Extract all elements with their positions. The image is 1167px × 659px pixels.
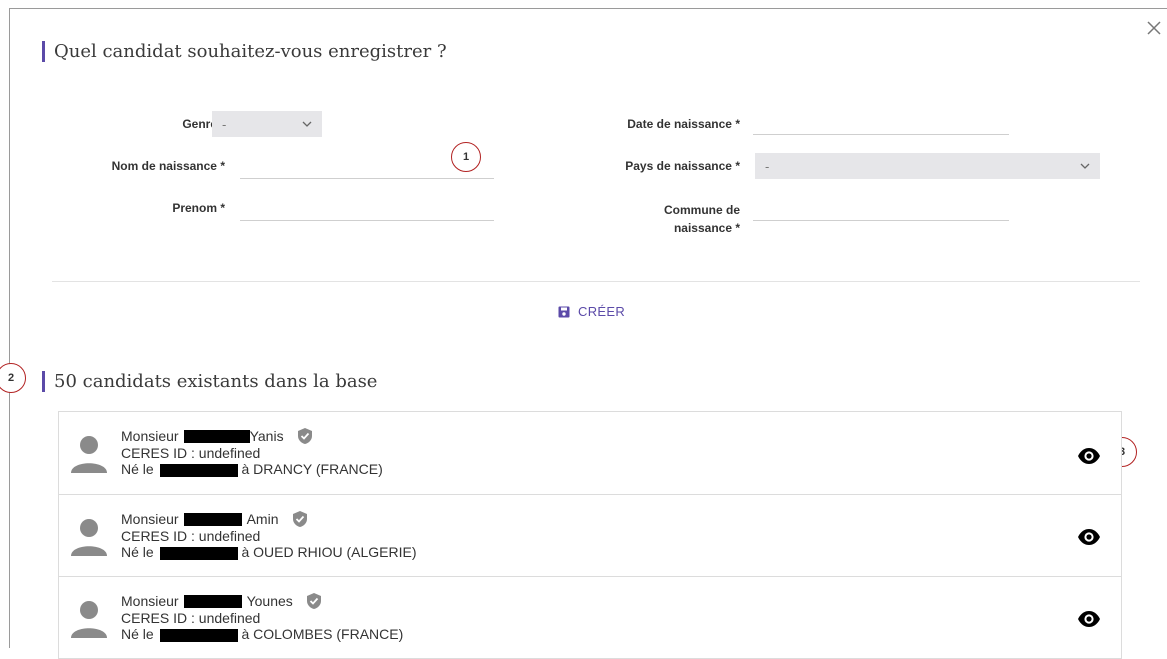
candidate-civility: Monsieur — [121, 593, 179, 609]
redacted-lastname — [183, 512, 242, 526]
form-divider — [52, 281, 1140, 282]
person-icon — [71, 436, 107, 473]
candidate-ceres: CERES ID : undefined — [121, 610, 261, 626]
candidate-info: Monsieur Yanis CERES ID : undefined Né l… — [121, 427, 383, 477]
title-accent-bar — [42, 41, 45, 62]
redacted-lastname — [183, 594, 242, 608]
list-item[interactable]: Monsieur Younes CERES ID : undefined Né … — [59, 577, 1121, 659]
list-item[interactable]: Monsieur Yanis CERES ID : undefined Né l… — [59, 412, 1121, 495]
candidate-list: Monsieur Yanis CERES ID : undefined Né l… — [58, 411, 1122, 659]
date-input[interactable] — [753, 111, 1009, 135]
verified-shield-icon — [297, 428, 312, 444]
candidate-born-place: à COLOMBES (FRANCE) — [241, 626, 404, 642]
commune-label-line2: naissance * — [673, 221, 740, 235]
create-button[interactable]: CRÉER — [558, 304, 625, 319]
candidate-born-place: à OUED RHIOU (ALGERIE) — [241, 544, 417, 560]
redacted-birthdate — [159, 628, 238, 642]
candidate-ceres: CERES ID : undefined — [121, 445, 261, 461]
redacted-birthdate — [159, 546, 238, 560]
chevron-down-icon — [302, 121, 312, 127]
genre-select-value: - — [222, 116, 227, 132]
commune-label: Commune de naissance * — [610, 201, 740, 237]
title-accent-bar — [42, 371, 45, 392]
candidate-civility: Monsieur — [121, 511, 179, 527]
person-icon — [71, 601, 107, 638]
candidate-firstname: Younes — [246, 593, 293, 609]
redacted-birthdate — [159, 463, 238, 477]
candidate-info: Monsieur Amin CERES ID : undefined Né le… — [121, 510, 417, 560]
form-section-title: Quel candidat souhaitez-vous enregistrer… — [42, 41, 447, 62]
genre-label: Genre * — [182, 117, 225, 131]
candidate-born-prefix: Né le — [121, 461, 154, 477]
eye-icon[interactable] — [1077, 444, 1101, 468]
candidate-ceres: CERES ID : undefined — [121, 528, 261, 544]
verified-shield-icon — [292, 511, 307, 527]
candidate-born-prefix: Né le — [121, 626, 154, 642]
candidate-info: Monsieur Younes CERES ID : undefined Né … — [121, 592, 403, 642]
candidate-born-place: à DRANCY (FRANCE) — [241, 461, 383, 477]
candidate-firstname: Yanis — [249, 428, 284, 444]
chevron-down-icon — [1080, 163, 1090, 169]
list-title: 50 candidats existants dans la base — [54, 371, 378, 392]
commune-input[interactable] — [753, 197, 1009, 221]
prenom-input[interactable] — [240, 197, 494, 221]
redacted-lastname — [183, 429, 250, 443]
candidate-firstname: Amin — [246, 511, 279, 527]
person-icon — [71, 519, 107, 556]
eye-icon[interactable] — [1077, 525, 1101, 549]
pays-select-value: - — [765, 158, 770, 174]
candidate-born-prefix: Né le — [121, 544, 154, 560]
create-button-label: CRÉER — [578, 304, 626, 319]
list-item[interactable]: Monsieur Amin CERES ID : undefined Né le… — [59, 495, 1121, 577]
list-section-title: 50 candidats existants dans la base — [42, 371, 377, 392]
eye-icon[interactable] — [1077, 607, 1101, 631]
nom-label: Nom de naissance * — [111, 159, 225, 173]
genre-select[interactable]: - — [212, 111, 322, 137]
candidate-civility: Monsieur — [121, 428, 179, 444]
prenom-label: Prenom * — [172, 201, 225, 215]
save-icon — [558, 306, 570, 317]
close-icon[interactable] — [1145, 19, 1163, 37]
callout-1: 1 — [451, 142, 481, 172]
pays-select[interactable]: - — [755, 153, 1100, 179]
pays-label: Pays de naissance * — [625, 159, 740, 173]
date-label: Date de naissance * — [627, 117, 740, 131]
commune-label-line1: Commune de — [663, 203, 740, 217]
form-title: Quel candidat souhaitez-vous enregistrer… — [54, 41, 447, 62]
verified-shield-icon — [306, 593, 321, 609]
